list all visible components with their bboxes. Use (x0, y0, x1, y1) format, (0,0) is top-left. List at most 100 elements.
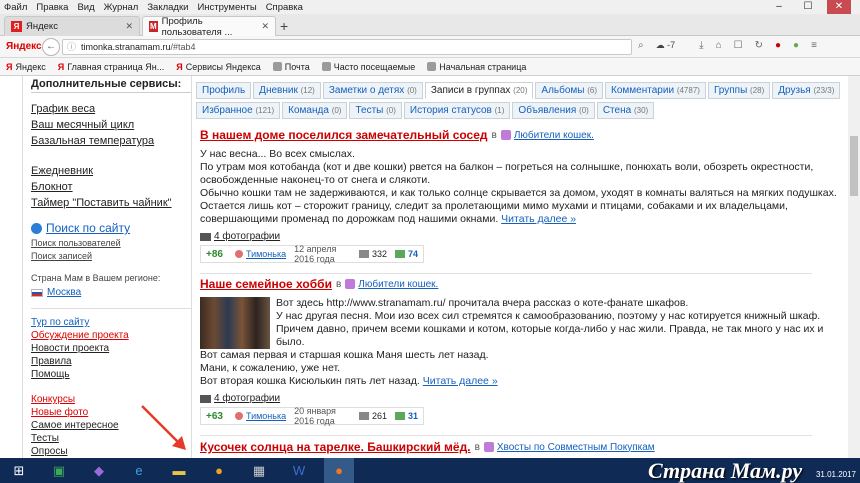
tab-favorites[interactable]: Избранное (121) (196, 102, 281, 119)
browser-brand[interactable]: Яндекс (6, 41, 42, 52)
visual-studio-icon[interactable]: ◆ (84, 458, 114, 483)
bookmark-frequent[interactable]: Часто посещаемые (321, 62, 415, 72)
tab-profile-info[interactable]: Профиль (196, 82, 252, 99)
bookmark-mail[interactable]: Почта (272, 62, 310, 72)
shares-count[interactable]: 31 (394, 411, 418, 421)
pocket-icon[interactable]: ☐ (734, 40, 743, 51)
menu-history[interactable]: Журнал (104, 2, 139, 13)
service-timer[interactable]: Таймер "Поставить чайник" (31, 197, 191, 209)
close-icon[interactable]: ✕ (261, 21, 269, 32)
close-window-button[interactable]: ✕ (827, 0, 851, 14)
bookmark-yandex-services[interactable]: Я Сервисы Яндекса (176, 62, 261, 72)
sync-icon[interactable]: ↻ (755, 40, 763, 51)
firefox-icon[interactable]: ● (324, 458, 354, 483)
help-link[interactable]: Помощь (31, 369, 191, 380)
download-icon[interactable]: ⤓ (699, 40, 703, 51)
search-posts-link[interactable]: Поиск записей (31, 251, 191, 261)
tab-albums[interactable]: Альбомы (6) (535, 82, 604, 99)
post-group-link[interactable]: Любители кошек. (345, 279, 438, 290)
tab-groups[interactable]: Группы (28) (707, 82, 771, 99)
tab-friends[interactable]: Друзья (23/3) (772, 82, 841, 99)
store-icon[interactable]: ▣ (44, 458, 74, 483)
post-thumbnail[interactable] (200, 297, 270, 349)
services-title: Дополнительные сервисы: (31, 78, 191, 93)
service-diary[interactable]: Ежедневник (31, 165, 191, 177)
menu-tools[interactable]: Инструменты (197, 2, 256, 13)
url-host: timonka.stranamam.ru (81, 42, 171, 52)
calculator-icon[interactable]: ▦ (244, 458, 274, 483)
region-city-link[interactable]: Москва (31, 287, 191, 298)
discussion-link[interactable]: Обсуждение проекта (31, 330, 191, 341)
address-bar[interactable]: ⓘ timonka.stranamam.ru/#tab4 (62, 39, 632, 55)
news-link[interactable]: Новости проекта (31, 343, 191, 354)
internet-explorer-icon[interactable]: e (124, 458, 154, 483)
share-icon (394, 250, 405, 258)
menu-view[interactable]: Вид (77, 2, 94, 13)
tab-kids-notes[interactable]: Заметки о детях (0) (322, 82, 423, 99)
rules-link[interactable]: Правила (31, 356, 191, 367)
post-line: было. (276, 336, 305, 348)
post-score[interactable]: +86 (206, 249, 223, 260)
post-title-link[interactable]: Кусочек солнца на тарелке. Башкирский мё… (200, 440, 471, 454)
new-tab-button[interactable]: + (280, 18, 288, 34)
search-users-link[interactable]: Поиск пользователей (31, 238, 191, 248)
stranamam-icon: M (149, 21, 158, 32)
tour-link[interactable]: Тур по сайту (31, 317, 191, 328)
post-group-link[interactable]: Хвосты по Совместным Покупкам (483, 442, 655, 453)
weather-widget[interactable]: ☁ -7 (656, 40, 688, 51)
service-weight-chart[interactable]: График веса (31, 103, 191, 115)
photos-link[interactable]: 4 фотографии (200, 393, 812, 404)
tab-diary[interactable]: Дневник (12) (253, 82, 321, 99)
tab-tests[interactable]: Тесты (0) (349, 102, 402, 119)
tab-ads[interactable]: Объявления (0) (512, 102, 595, 119)
menu-edit[interactable]: Правка (36, 2, 68, 13)
author-link[interactable]: Тимонька (234, 249, 286, 259)
bookmark-yandex-home[interactable]: Я Главная страница Ян... (58, 62, 165, 72)
menu-file[interactable]: Файл (4, 2, 27, 13)
maximize-button[interactable]: ☐ (798, 0, 818, 14)
post-score[interactable]: +63 (206, 411, 223, 422)
info-icon[interactable]: ⓘ (67, 40, 76, 54)
tab-label: Стена (602, 105, 632, 116)
service-basal-temp[interactable]: Базальная температура (31, 135, 191, 147)
tab-status-history[interactable]: История статусов (1) (403, 102, 511, 119)
post-title-link[interactable]: В нашем доме поселился замечательный сос… (200, 128, 488, 142)
tab-group-posts[interactable]: Записи в группах (20) (424, 82, 534, 99)
file-explorer-icon[interactable]: ▬ (164, 458, 194, 483)
photos-link[interactable]: 4 фотографии (200, 231, 812, 242)
read-more-link[interactable]: Читать далее » (423, 375, 498, 387)
windows-start-icon[interactable]: ⊞ (4, 458, 34, 483)
close-icon[interactable]: ✕ (125, 21, 133, 32)
tab-team[interactable]: Команда (0) (282, 102, 348, 119)
home-icon[interactable]: ⌂ (716, 40, 722, 51)
service-notepad[interactable]: Блокнот (31, 181, 191, 193)
minimize-button[interactable]: – (769, 0, 789, 14)
bookmark-yandex[interactable]: Я Яндекс (6, 62, 46, 72)
post-title-link[interactable]: Наше семейное хобби (200, 277, 332, 291)
service-cycle[interactable]: Ваш месячный цикл (31, 119, 191, 131)
media-player-icon[interactable]: ● (204, 458, 234, 483)
adblock-icon[interactable]: ● (775, 40, 781, 51)
search-icon[interactable]: ⌕ (638, 40, 644, 51)
scrollbar-thumb[interactable] (850, 136, 858, 196)
tab-yandex[interactable]: Я Яндекс ✕ (4, 16, 140, 36)
read-more-link[interactable]: Читать далее » (501, 213, 576, 225)
back-button[interactable]: ← (42, 37, 60, 56)
author-link[interactable]: Тимонька (234, 411, 286, 421)
shares-count[interactable]: 74 (394, 249, 418, 259)
word-icon[interactable]: W (284, 458, 314, 483)
extension-icon[interactable]: ● (793, 40, 799, 51)
menu-icon[interactable]: ≡ (811, 40, 817, 51)
menu-help[interactable]: Справка (266, 2, 303, 13)
site-search-link[interactable]: Поиск по сайту (31, 221, 191, 235)
post-group-link[interactable]: Любители кошек. (500, 130, 594, 141)
tab-label: Альбомы (541, 85, 585, 96)
post-line: совершающими променад по дорожкам под на… (200, 213, 499, 225)
tab-profile[interactable]: M Профиль пользователя ... ✕ (142, 16, 276, 38)
vertical-scrollbar[interactable] (848, 76, 860, 458)
post-date: 20 января 2016 года (294, 406, 336, 426)
tab-comments[interactable]: Комментарии (4787) (605, 82, 706, 99)
tab-wall[interactable]: Стена (30) (596, 102, 655, 119)
menu-bookmarks[interactable]: Закладки (147, 2, 188, 13)
bookmark-start-page[interactable]: Начальная страница (427, 62, 526, 72)
